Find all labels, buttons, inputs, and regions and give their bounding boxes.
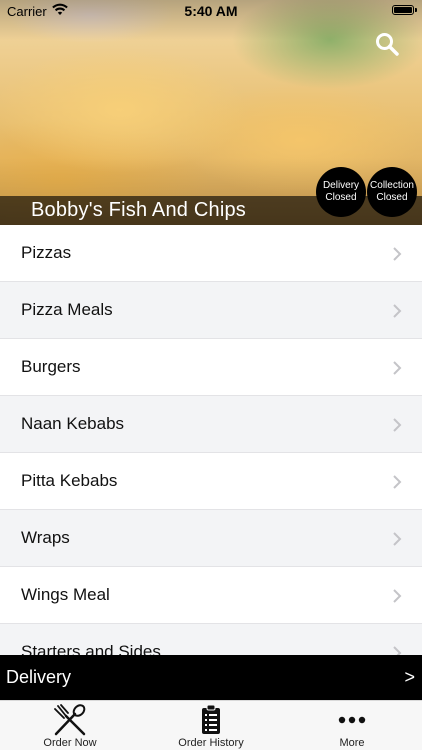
delivery-mode-label: Delivery	[6, 667, 72, 687]
more-dots-icon	[338, 716, 366, 724]
status-bar: Carrier 5:40 AM	[0, 0, 422, 22]
chevron-right-icon	[393, 532, 402, 546]
chevron-right-icon	[393, 361, 402, 375]
menu-item-wraps[interactable]: Wraps	[0, 510, 422, 567]
collection-status-line1: Collection	[370, 180, 414, 191]
collection-status-badge: Collection Closed	[367, 167, 417, 217]
menu-item-label: Wraps	[21, 528, 70, 547]
tab-label: More	[339, 737, 365, 749]
menu-item-pizza-meals[interactable]: Pizza Meals	[0, 282, 422, 339]
collection-status-line2: Closed	[376, 192, 408, 203]
clipboard-list-icon	[202, 704, 220, 734]
chevron-right-icon	[393, 247, 402, 261]
tab-label: Order History	[178, 737, 244, 749]
chevron-right-icon	[393, 475, 402, 489]
delivery-status-line2: Closed	[325, 192, 357, 203]
tab-more[interactable]: More	[282, 701, 422, 751]
chevron-right-icon	[393, 418, 402, 432]
search-icon[interactable]	[374, 31, 400, 57]
fork-knife-icon	[54, 704, 86, 736]
chevron-right-icon	[393, 589, 402, 603]
status-time: 5:40 AM	[184, 3, 238, 19]
menu-item-label: Pitta Kebabs	[21, 471, 118, 490]
restaurant-name: Bobby's Fish And Chips	[31, 199, 246, 221]
hero-banner: Carrier 5:40 AM Bobby's Fish And Chips D…	[0, 0, 422, 225]
menu-item-pizzas[interactable]: Pizzas	[0, 225, 422, 282]
menu-item-label: Naan Kebabs	[21, 414, 125, 433]
chevron-right-icon	[393, 304, 402, 318]
menu-item-label: Burgers	[21, 357, 81, 376]
tab-label: Order Now	[43, 737, 97, 749]
tab-order-history[interactable]: Order History	[141, 701, 281, 751]
menu-item-pitta-kebabs[interactable]: Pitta Kebabs	[0, 453, 422, 510]
chevron-right-icon: >	[404, 667, 415, 687]
tab-bar: Order Now Order History More	[0, 700, 422, 750]
battery-icon	[392, 5, 417, 15]
menu-item-wings-meal[interactable]: Wings Meal	[0, 567, 422, 624]
menu-category-list: Pizzas Pizza Meals Burgers Naan Kebabs P…	[0, 225, 422, 655]
menu-item-label: Pizzas	[21, 243, 72, 262]
menu-item-burgers[interactable]: Burgers	[0, 339, 422, 396]
tab-order-now[interactable]: Order Now	[0, 701, 140, 751]
delivery-status-badge: Delivery Closed	[316, 167, 366, 217]
menu-item-label: Pizza Meals	[21, 300, 113, 319]
delivery-status-line1: Delivery	[322, 180, 360, 191]
chevron-right-icon	[393, 646, 402, 655]
menu-item-starters-and-sides[interactable]: Starters and Sides	[0, 624, 422, 655]
menu-item-label: Wings Meal	[21, 585, 110, 604]
menu-item-label: Starters and Sides	[21, 642, 161, 655]
menu-item-naan-kebabs[interactable]: Naan Kebabs	[0, 396, 422, 453]
delivery-mode-bar[interactable]: Delivery >	[0, 655, 422, 700]
